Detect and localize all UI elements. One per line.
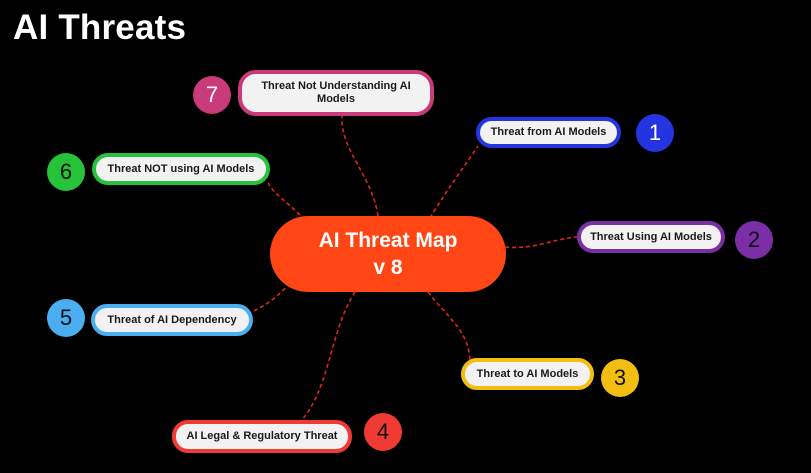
badge-6: 6 <box>47 153 85 191</box>
connector-3 <box>427 291 471 361</box>
node-threat-to-ai-models: Threat to AI Models <box>461 358 594 390</box>
node-threat-not-using: Threat NOT using AI Models <box>92 153 270 185</box>
node-label: AI Legal & Regulatory Threat <box>186 430 338 442</box>
node-threat-not-understanding: Threat Not Understanding AI Models <box>238 70 434 116</box>
badge-4: 4 <box>364 413 402 451</box>
node-label: Threat of AI Dependency <box>107 313 237 326</box>
badge-7: 7 <box>193 76 231 114</box>
badge-3: 3 <box>601 359 639 397</box>
center-version: v 8 <box>373 256 403 279</box>
node-label: Threat Not Understanding AI Models <box>261 80 411 105</box>
badge-1: 1 <box>636 114 674 152</box>
connector-1 <box>429 145 479 219</box>
center-title: AI Threat Map <box>318 229 458 252</box>
center-node: AI Threat Map v 8 <box>270 216 506 292</box>
node-threat-of-ai-dependency: Threat of AI Dependency <box>91 304 253 336</box>
node-label: Threat Using AI Models <box>590 230 712 243</box>
node-threat-from-ai-models: Threat from AI Models <box>476 117 621 148</box>
badge-2: 2 <box>735 221 773 259</box>
badge-5: 5 <box>47 299 85 337</box>
node-threat-using-ai-models: Threat Using AI Models <box>577 221 725 253</box>
node-label: Threat to AI Models <box>476 367 579 380</box>
connector-6 <box>267 182 301 216</box>
connector-5 <box>251 282 291 313</box>
node-label: Threat from AI Models <box>490 126 607 138</box>
connector-4 <box>299 291 356 423</box>
node-ai-legal-regulatory: AI Legal & Regulatory Threat <box>172 420 352 453</box>
node-label: Threat NOT using AI Models <box>107 162 255 175</box>
connector-7 <box>341 115 379 217</box>
connector-2 <box>504 236 579 249</box>
